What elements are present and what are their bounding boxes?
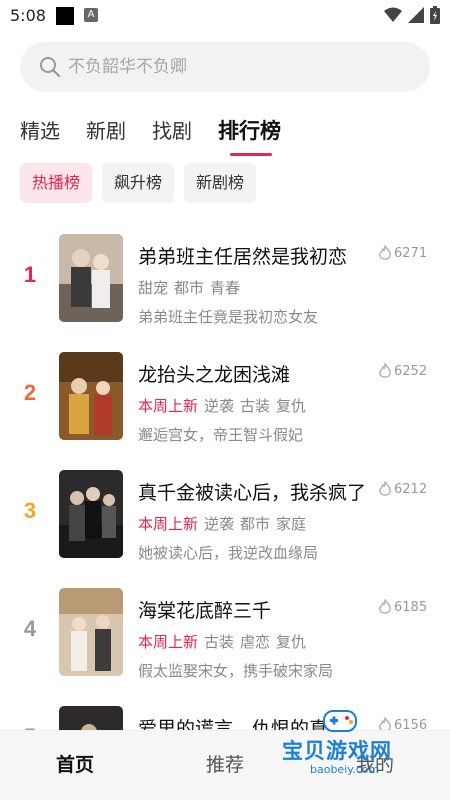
drama-cover	[59, 470, 123, 558]
new-this-week-badge: 本周上新	[138, 397, 199, 415]
status-time: 5:08	[10, 6, 46, 25]
tag: 逆袭	[204, 515, 235, 533]
tab-find-drama[interactable]: 找剧	[152, 114, 192, 148]
status-bar: 5:08 A	[0, 0, 450, 32]
drama-tags: 甜宠 都市 青春	[138, 277, 246, 298]
wifi-icon	[384, 7, 402, 22]
tag: 古装	[204, 633, 235, 651]
list-item[interactable]: 4 海棠花底醉三千 本周上新 古装 虐恋 复仇 假太监娶宋女，携手破宋家局 6185	[0, 586, 450, 686]
heat-count: 6271	[378, 245, 427, 261]
heat-count: 6185	[378, 599, 427, 615]
drama-description: 她被读心后，我逆改血缘局	[138, 544, 319, 562]
tab-new-dramas[interactable]: 新剧	[86, 114, 126, 148]
heat-value: 6185	[394, 599, 428, 615]
watermark-url: baobeiy.com	[310, 763, 380, 776]
status-icons	[384, 6, 440, 24]
top-tabs: 精选 新剧 找剧 排行榜	[20, 114, 307, 156]
tag: 都市	[240, 515, 271, 533]
nav-home[interactable]: 首页	[0, 731, 150, 800]
search-icon	[40, 57, 61, 78]
tag: 都市	[174, 279, 205, 297]
drama-cover	[59, 588, 123, 676]
tag: 复仇	[276, 397, 307, 415]
chip-new[interactable]: 新剧榜	[184, 163, 257, 203]
drama-cover	[59, 234, 123, 322]
tag: 古装	[240, 397, 271, 415]
list-item[interactable]: 2 龙抬头之龙困浅滩 本周上新 逆袭 古装 复仇 邂逅宫女，帝王智斗假妃 6252	[0, 350, 450, 450]
tag: 青春	[210, 279, 241, 297]
signal-icon	[408, 7, 424, 23]
site-watermark: 宝贝游戏网 baobeiy.com	[270, 705, 420, 780]
drama-title: 海棠花底醉三千	[138, 600, 272, 622]
heat-value: 6252	[394, 363, 428, 379]
flame-icon	[379, 599, 391, 614]
drama-title: 弟弟班主任居然是我初恋	[138, 246, 348, 268]
rank-number: 1	[23, 262, 37, 287]
drama-description: 邂逅宫女，帝王智斗假妃	[138, 426, 304, 444]
heat-count: 6252	[378, 363, 427, 379]
drama-cover	[59, 352, 123, 440]
heat-value: 6212	[394, 481, 428, 497]
flame-icon	[379, 245, 391, 260]
drama-title: 龙抬头之龙困浅滩	[138, 364, 291, 386]
flame-icon	[379, 481, 391, 496]
tab-label: 排行榜	[218, 119, 281, 143]
tab-label: 找剧	[152, 119, 192, 143]
tab-featured[interactable]: 精选	[20, 114, 60, 148]
watermark-text: 宝贝游戏网	[282, 739, 392, 763]
tag: 逆袭	[204, 397, 235, 415]
gamepad-icon	[323, 710, 357, 732]
flame-icon	[379, 363, 391, 378]
drama-description: 弟弟班主任竟是我初恋女友	[138, 308, 319, 326]
rank-number: 4	[23, 616, 37, 641]
tab-label: 新剧	[86, 119, 126, 143]
app-badge-icon: A	[84, 8, 98, 22]
rank-number: 2	[23, 380, 37, 405]
battery-icon	[430, 6, 440, 24]
new-this-week-badge: 本周上新	[138, 515, 199, 533]
heat-count: 6212	[378, 481, 427, 497]
list-item[interactable]: 1 弟弟班主任居然是我初恋 甜宠 都市 青春 弟弟班主任竟是我初恋女友 6271	[0, 232, 450, 332]
active-tab-indicator	[230, 153, 272, 156]
ranking-chips: 热播榜 飙升榜 新剧榜	[20, 163, 257, 203]
new-this-week-badge: 本周上新	[138, 633, 199, 651]
heat-value: 6271	[394, 245, 428, 261]
tab-rankings[interactable]: 排行榜	[218, 114, 281, 156]
drama-tags: 本周上新 逆袭 都市 家庭	[138, 513, 312, 534]
search-bar[interactable]	[20, 42, 430, 92]
drama-title: 真千金被读心后，我杀疯了	[138, 482, 367, 504]
notification-icon	[56, 7, 74, 25]
tag: 复仇	[276, 633, 307, 651]
tag: 家庭	[276, 515, 307, 533]
rank-number: 3	[23, 498, 37, 523]
list-item[interactable]: 3 真千金被读心后，我杀疯了 本周上新 逆袭 都市 家庭 她被读心后，我逆改血缘局 6…	[0, 468, 450, 568]
chip-rising[interactable]: 飙升榜	[102, 163, 175, 203]
drama-description: 假太监娶宋女，携手破宋家局	[138, 662, 334, 680]
chip-hot[interactable]: 热播榜	[20, 163, 93, 203]
drama-tags: 本周上新 逆袭 古装 复仇	[138, 395, 312, 416]
tab-label: 精选	[20, 119, 60, 143]
tag: 甜宠	[138, 279, 169, 297]
drama-tags: 本周上新 古装 虐恋 复仇	[138, 631, 312, 652]
search-input[interactable]	[68, 42, 408, 92]
tag: 虐恋	[240, 633, 271, 651]
